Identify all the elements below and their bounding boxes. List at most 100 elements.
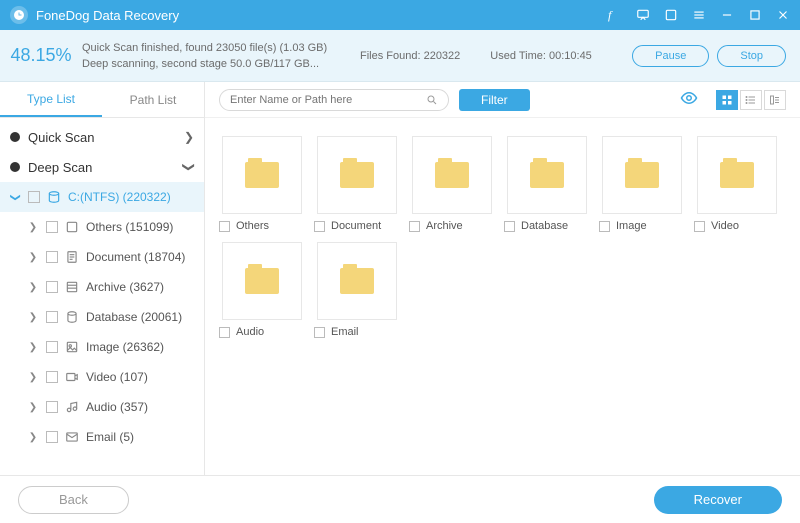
checkbox[interactable] [46,431,58,443]
bullet-icon [10,132,20,142]
minimize-icon[interactable] [720,8,734,22]
checkbox[interactable] [694,221,705,232]
section-deep-scan[interactable]: Deep Scan ❯ [0,152,204,182]
type-icon [64,400,80,414]
scan-status-line1: Quick Scan finished, found 23050 file(s)… [82,42,332,54]
type-icon [64,250,80,264]
close-icon[interactable] [776,8,790,22]
checkbox[interactable] [46,341,58,353]
preview-icon[interactable] [680,89,698,110]
tree-item[interactable]: ❯ Audio (357) [0,392,204,422]
pin-icon[interactable] [664,8,678,22]
checkbox[interactable] [314,221,325,232]
chevron-right-icon: ❯ [26,432,40,443]
scan-status-line2: Deep scanning, second stage 50.0 GB/117 … [82,58,332,70]
tree-item[interactable]: ❯Archive (3627) [0,272,204,302]
folder-thumb [317,136,397,214]
view-list-button[interactable] [740,90,762,110]
checkbox[interactable] [219,327,230,338]
recover-button[interactable]: Recover [654,486,782,514]
tile-label: Image [616,220,647,232]
folder-icon [625,162,659,188]
folder-thumb [602,136,682,214]
tree-item-label: Image (26362) [86,340,194,354]
app-title: FoneDog Data Recovery [36,8,179,23]
chevron-right-icon: ❯ [26,342,40,353]
tree: Quick Scan ❯ Deep Scan ❯ ❯ C:(NTFS) (220… [0,118,204,475]
view-grid-button[interactable] [716,90,738,110]
checkbox[interactable] [504,221,515,232]
tree-item-label: Email (5) [86,430,194,444]
back-button[interactable]: Back [18,486,129,514]
search-box[interactable] [219,89,449,111]
type-icon [64,430,80,444]
bullet-icon [10,162,20,172]
chevron-right-icon: ❯ [26,222,40,233]
stop-button[interactable]: Stop [717,45,786,67]
tree-item[interactable]: ❯ Image (26362) [0,332,204,362]
folder-thumb [317,242,397,320]
disk-icon [46,190,62,204]
folder-thumb [507,136,587,214]
chevron-right-icon: ❯ [26,402,40,413]
view-detail-button[interactable] [764,90,786,110]
chevron-right-icon: ❯ [26,252,40,263]
folder-thumb [222,136,302,214]
tile-label: Audio [236,326,264,338]
folder-tile[interactable]: Others [219,136,304,232]
filter-button[interactable]: Filter [459,89,530,111]
facebook-icon[interactable]: f [608,8,622,22]
tab-path-list[interactable]: Path List [102,82,204,117]
tab-type-list[interactable]: Type List [0,82,102,117]
chevron-right-icon: ❯ [26,372,40,383]
checkbox[interactable] [46,311,58,323]
folder-icon [340,268,374,294]
checkbox[interactable] [46,251,58,263]
main-panel: Filter Others Document ArchiveDatabase Imag… [205,82,800,475]
checkbox[interactable] [46,281,58,293]
folder-icon [720,162,754,188]
folder-tile[interactable]: Video [694,136,779,232]
tree-item-label: Archive (3627) [86,280,194,294]
maximize-icon[interactable] [748,8,762,22]
tile-label: Document [331,220,381,232]
tile-label: Email [331,326,359,338]
search-icon [426,94,438,106]
checkbox[interactable] [219,221,230,232]
tree-drive[interactable]: ❯ C:(NTFS) (220322) [0,182,204,212]
tree-item[interactable]: ❯ Video (107) [0,362,204,392]
tree-item[interactable]: ❯ Database (20061) [0,302,204,332]
folder-tile[interactable]: Archive [409,136,494,232]
search-input[interactable] [230,94,426,106]
checkbox[interactable] [409,221,420,232]
folder-tile[interactable]: Audio [219,242,304,338]
folder-icon [245,162,279,188]
tree-item-label: Database (20061) [86,310,194,324]
section-quick-scan[interactable]: Quick Scan ❯ [0,122,204,152]
tree-item[interactable]: ❯ Email (5) [0,422,204,452]
tree-item[interactable]: ❯Others (151099) [0,212,204,242]
folder-tile[interactable]: Document [314,136,399,232]
folder-tile[interactable]: Image [599,136,684,232]
scan-percent: 48.15% [0,45,82,66]
type-icon [64,280,80,294]
chevron-right-icon: ❯ [26,312,40,323]
toolbar: Filter [205,82,800,118]
folder-tile[interactable]: Email [314,242,399,338]
menu-icon[interactable] [692,8,706,22]
tree-item-label: Audio (357) [86,400,194,414]
tree-item[interactable]: ❯Document (18704) [0,242,204,272]
tree-item-label: Video (107) [86,370,194,384]
checkbox[interactable] [46,401,58,413]
checkbox[interactable] [28,191,40,203]
used-time: Used Time: 00:10:45 [490,50,592,62]
type-icon [64,310,80,324]
type-icon [64,370,80,384]
folder-tile[interactable]: Database [504,136,589,232]
checkbox[interactable] [599,221,610,232]
checkbox[interactable] [314,327,325,338]
checkbox[interactable] [46,221,58,233]
checkbox[interactable] [46,371,58,383]
feedback-icon[interactable] [636,8,650,22]
pause-button[interactable]: Pause [632,45,709,67]
